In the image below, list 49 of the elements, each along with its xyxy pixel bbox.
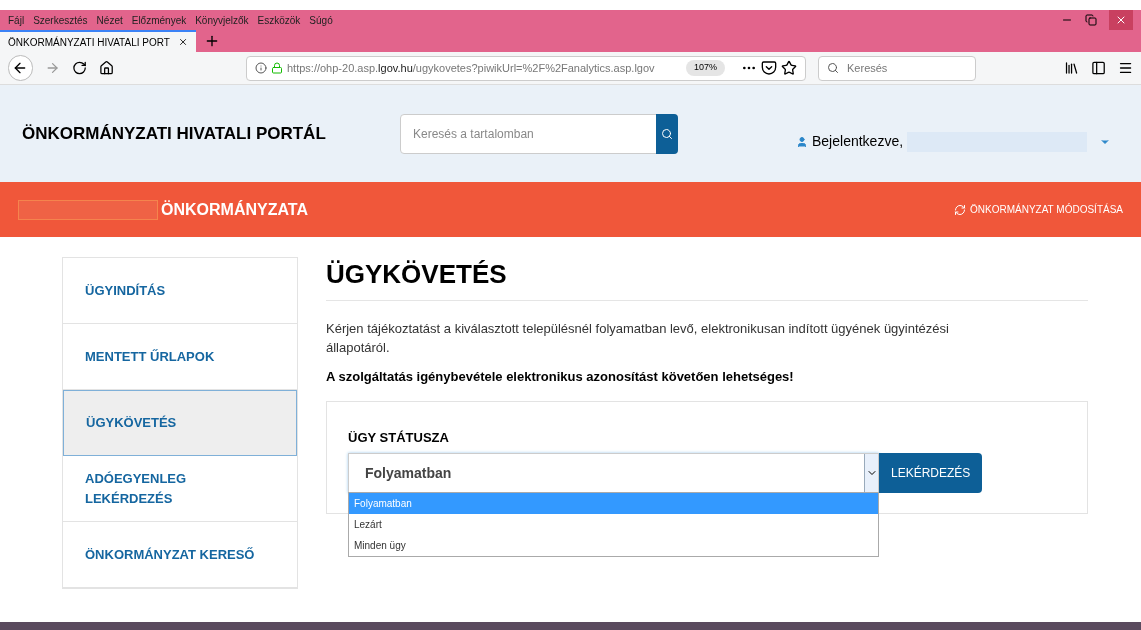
search-button[interactable]	[656, 113, 678, 154]
star-icon[interactable]	[781, 60, 797, 76]
menu-item[interactable]: Szerkesztés	[33, 12, 88, 28]
home-icon[interactable]	[98, 60, 114, 76]
info-icon	[255, 62, 267, 74]
intro-text: Kérjen tájékoztatást a kiválasztott településnél folyamatban levő, elektronikusan indított ügyének ügyintézési állapotáról.	[326, 320, 950, 357]
address-bar[interactable]: https://ohp-20.asp.lgov.hu/ugykovetes?piwikUrl=%2F%2Fanalytics.asp.lgov 107%	[246, 55, 806, 81]
search-icon	[661, 127, 673, 140]
menu-item[interactable]: Súgó	[309, 12, 333, 28]
browser-tab[interactable]: ÖNKORMÁNYZATI HIVATALI PORT	[0, 30, 196, 52]
dropdown-option[interactable]: Minden ügy	[349, 534, 878, 556]
menu-icon[interactable]	[1117, 60, 1134, 76]
sidebar-item[interactable]: ÜGYINDÍTÁS	[63, 258, 297, 324]
search-field[interactable]: Keresés	[818, 55, 976, 81]
library-icon[interactable]	[1063, 60, 1079, 76]
menu-item[interactable]: Előzmények	[131, 12, 187, 28]
sidebar-item[interactable]: ADÓEGYENLEG LEKÉRDEZÉS	[63, 456, 297, 522]
menu-item[interactable]: Eszközök	[257, 12, 301, 28]
status-label: ÜGY STÁTUSZA	[348, 428, 450, 447]
change-municipality-link[interactable]: ÖNKORMÁNYZAT MÓDOSÍTÁSA	[954, 202, 1123, 217]
close-button[interactable]	[1109, 10, 1133, 30]
new-tab-icon[interactable]	[204, 33, 220, 49]
site-title: ÖNKORMÁNYZATI HIVATALI PORTÁL	[22, 122, 327, 145]
menu-item[interactable]: Könyvjelzők	[195, 12, 249, 28]
dropdown-option[interactable]: Folyamatban	[349, 492, 878, 514]
back-button[interactable]	[8, 55, 33, 81]
sidebar-icon[interactable]	[1090, 60, 1106, 76]
sidebar-item[interactable]: ÖNKORMÁNYZAT KERESŐ	[63, 522, 297, 588]
query-button[interactable]: LEKÉRDEZÉS	[879, 453, 983, 493]
close-icon[interactable]	[177, 36, 188, 48]
user-icon	[796, 135, 808, 148]
close-icon	[1115, 14, 1127, 26]
menu-item[interactable]: Fájl	[8, 12, 25, 28]
page-heading: ÜGYKÖVETÉS	[326, 255, 1088, 301]
zoom-badge[interactable]: 107%	[686, 60, 725, 76]
menu-item[interactable]: Nézet	[96, 12, 123, 28]
sidebar-item[interactable]: ÜGYKÖVETÉS	[63, 390, 297, 456]
lock-icon	[271, 62, 283, 74]
municipality-title: ÖNKORMÁNYZATA	[161, 199, 308, 220]
restore-icon[interactable]	[1085, 14, 1097, 26]
reload-icon[interactable]	[71, 60, 87, 76]
url-text: https://ohp-20.asp.lgov.hu/ugykovetes?piwikUrl=%2F%2Fanalytics.asp.lgov	[287, 60, 656, 76]
notice-text: A szolgáltatás igénybevétele elektronikus azonosítást követően lehetséges!	[326, 368, 795, 386]
dropdown-option[interactable]: Lezárt	[349, 513, 878, 535]
login-label: Bejelentkezve,	[812, 132, 904, 151]
pocket-icon[interactable]	[761, 60, 777, 76]
refresh-icon	[954, 203, 966, 216]
search-icon	[827, 62, 839, 74]
status-select[interactable]: Folyamatban	[348, 453, 879, 493]
